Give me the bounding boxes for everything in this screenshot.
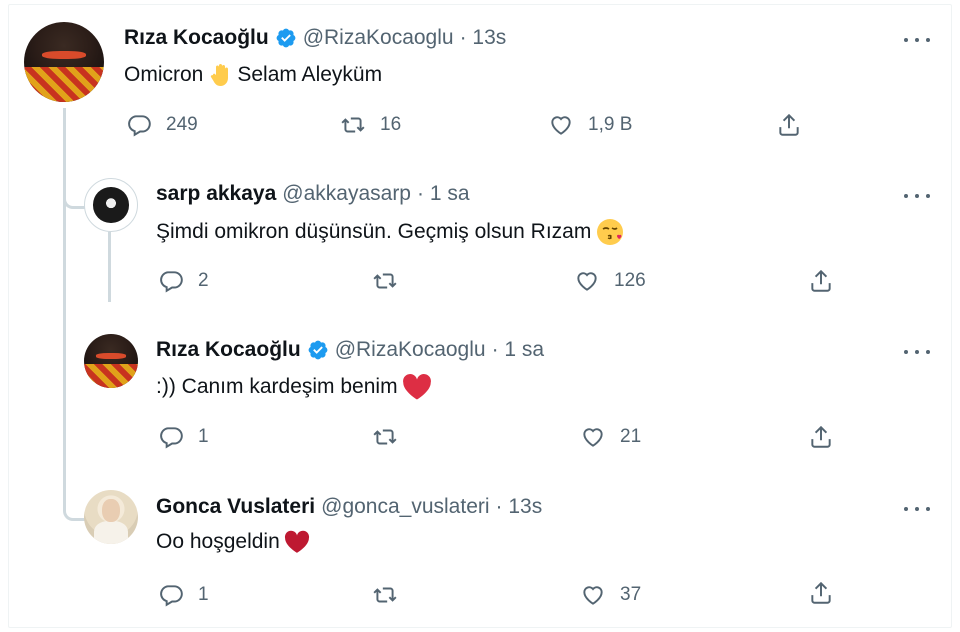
like-count: 126 <box>614 270 646 291</box>
retweet-icon <box>373 429 397 445</box>
kiss-face-icon <box>597 219 624 245</box>
heart-icon <box>551 116 571 135</box>
tweet-header: Gonca Vuslateri @gonca_vuslateri · 13s <box>156 495 542 519</box>
share-icon <box>811 581 831 604</box>
share-button[interactable] <box>776 112 802 138</box>
avatar[interactable] <box>84 490 138 544</box>
retweet-button[interactable]: 16 <box>340 112 401 138</box>
reply-count: 2 <box>198 270 209 291</box>
reply-button[interactable]: 2 <box>158 268 209 294</box>
retweet-icon <box>373 273 397 289</box>
author-name[interactable]: Gonca Vuslateri <box>156 495 315 519</box>
like-button[interactable]: 126 <box>574 268 646 294</box>
thread-connector <box>63 108 86 209</box>
verified-badge-icon <box>276 28 296 48</box>
reply-button[interactable]: 1 <box>158 424 209 450</box>
reply-icon <box>160 427 183 449</box>
retweet-icon <box>341 117 365 133</box>
like-button[interactable]: 37 <box>580 582 641 608</box>
avatar[interactable] <box>84 178 138 232</box>
reply-icon <box>160 271 183 293</box>
avatar[interactable] <box>24 22 104 102</box>
author-handle[interactable]: @RizaKocaoglu <box>303 26 454 50</box>
thread-connector <box>63 420 86 521</box>
tweet-thread-card <box>8 4 952 628</box>
tweet-text: Oo hoşgeldin <box>156 530 310 554</box>
reply-icon <box>160 585 183 607</box>
more-options-icon[interactable] <box>904 36 930 44</box>
heart-icon <box>577 272 597 291</box>
red-heart-icon <box>284 530 309 553</box>
retweet-button[interactable] <box>372 268 398 294</box>
like-button[interactable]: 21 <box>580 424 641 450</box>
share-icon <box>779 113 799 136</box>
retweet-icon <box>373 587 397 603</box>
share-icon <box>811 425 831 448</box>
share-button[interactable] <box>808 580 834 606</box>
tweet-text: :)) Canım kardeşim benim <box>156 373 432 401</box>
author-handle[interactable]: @akkayasarp <box>282 182 411 206</box>
author-handle[interactable]: @RizaKocaoglu <box>335 338 486 362</box>
author-name[interactable]: Rıza Kocaoğlu <box>156 338 301 362</box>
red-heart-icon <box>402 374 431 400</box>
reply-button[interactable]: 1 <box>158 582 209 608</box>
like-count: 1,9 B <box>588 114 633 135</box>
share-icon <box>811 269 831 292</box>
author-name[interactable]: sarp akkaya <box>156 182 276 206</box>
tweet-text: Şimdi omikron düşünsün. Geçmiş olsun Rız… <box>156 217 625 247</box>
retweet-button[interactable] <box>372 424 398 450</box>
share-button[interactable] <box>808 424 834 450</box>
reply-icon <box>128 115 151 137</box>
tweet-header: Rıza Kocaoğlu @RizaKocaoglu · 1 sa <box>156 338 544 362</box>
share-button[interactable] <box>808 268 834 294</box>
avatar[interactable] <box>84 334 138 388</box>
author-handle[interactable]: @gonca_vuslateri <box>321 495 489 519</box>
author-name[interactable]: Rıza Kocaoğlu <box>124 26 269 50</box>
raised-hand-icon <box>211 64 229 86</box>
tweet-header: Rıza Kocaoğlu @RizaKocaoglu · 13s <box>124 26 506 50</box>
tweet-time[interactable]: · 1 sa <box>417 182 470 206</box>
retweet-count: 16 <box>380 114 402 135</box>
like-count: 37 <box>620 584 642 605</box>
verified-badge-icon <box>308 340 328 360</box>
reply-button[interactable]: 249 <box>126 112 198 138</box>
like-button[interactable]: 1,9 B <box>548 112 632 138</box>
tweet-time[interactable]: · 13s <box>460 26 507 50</box>
like-count: 21 <box>620 426 642 447</box>
tweet-text: Omicron Selam Aleyküm <box>124 63 383 86</box>
more-options-icon[interactable] <box>904 192 930 200</box>
tweet-time[interactable]: · 1 sa <box>492 338 545 362</box>
reply-count: 1 <box>198 426 209 447</box>
reply-count: 1 <box>198 584 209 605</box>
heart-icon <box>583 586 603 605</box>
thread-line-inner <box>108 232 111 302</box>
retweet-button[interactable] <box>372 582 398 608</box>
heart-icon <box>583 428 603 447</box>
tweet-time[interactable]: · 13s <box>496 495 543 519</box>
reply-count: 249 <box>166 114 198 135</box>
more-options-icon[interactable] <box>904 348 930 356</box>
more-options-icon[interactable] <box>904 505 930 513</box>
tweet-header: sarp akkaya @akkayasarp · 1 sa <box>156 182 470 206</box>
